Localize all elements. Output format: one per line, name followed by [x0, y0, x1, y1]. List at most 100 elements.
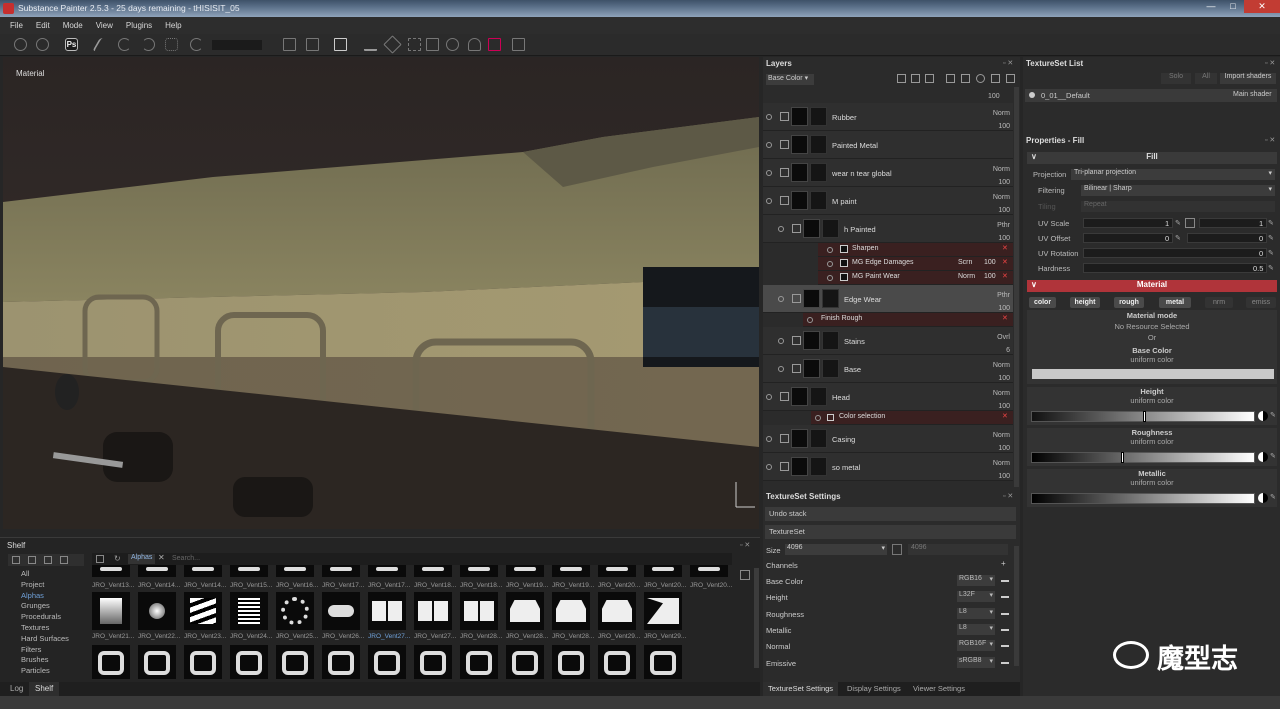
filter-tag-alphas[interactable]: Alphas	[128, 554, 156, 564]
filter-tag-close-icon[interactable]: ✕	[158, 553, 165, 562]
height-gradient-slider[interactable]	[1031, 411, 1255, 422]
layer-visibility-icon[interactable]	[766, 170, 772, 176]
add-fill-layer-icon[interactable]	[961, 74, 970, 83]
menu-plugins[interactable]: Plugins	[126, 21, 152, 30]
geometry-icon[interactable]	[165, 38, 178, 51]
finish-visibility-icon[interactable]	[807, 317, 813, 323]
uv-rotation-edit-icon[interactable]: ✎	[1268, 249, 1274, 257]
channel-chip-rough[interactable]: rough	[1114, 297, 1144, 308]
layer-mask-thumbnail[interactable]	[822, 289, 839, 308]
layer-visibility-icon[interactable]	[778, 366, 784, 372]
props-float-icon[interactable]: ▫ ✕	[1265, 136, 1275, 144]
shelf-thumbnail[interactable]	[322, 592, 360, 630]
uv-offset-slider[interactable]	[1083, 233, 1173, 243]
shelf-thumbnail[interactable]	[276, 645, 314, 679]
filter-icon[interactable]	[96, 555, 104, 563]
channel-chip-nrm[interactable]: nrm	[1205, 297, 1233, 308]
layer-mask-thumbnail[interactable]	[810, 163, 827, 182]
channel-format-select[interactable]: L32F ▾	[957, 591, 995, 603]
shelf-thumbnail[interactable]	[230, 645, 268, 679]
shelf-search-input[interactable]: Search...	[172, 555, 200, 562]
eraser-icon[interactable]	[118, 38, 131, 51]
layer-row[interactable]: so metal Norm 100	[763, 453, 1013, 481]
shelf-thumbnail[interactable]	[184, 565, 222, 577]
layer-row[interactable]: Head Norm 100	[763, 383, 1013, 411]
layer-mask-thumbnail[interactable]	[822, 219, 839, 238]
shelf-category-procedurals[interactable]: Procedurals	[21, 612, 61, 621]
close-button[interactable]: ✕	[1244, 0, 1280, 13]
shelf-thumbnail[interactable]	[644, 645, 682, 679]
hardness-slider[interactable]	[1083, 263, 1267, 273]
view-frame-icon[interactable]	[334, 38, 347, 51]
all-button[interactable]: All	[1195, 73, 1217, 84]
layer-mask-thumbnail[interactable]	[822, 331, 839, 350]
metallic-gradient-slider[interactable]	[1031, 493, 1255, 504]
channel-chip-color[interactable]: color	[1029, 297, 1056, 308]
shelf-thumbnail[interactable]	[414, 565, 452, 577]
filter-delete-icon[interactable]: ✕	[1002, 258, 1008, 266]
filter-delete-icon[interactable]: ✕	[1002, 244, 1008, 252]
layer-row[interactable]: Painted Metal	[763, 131, 1013, 159]
channel-select[interactable]: Base Color ▾	[766, 74, 814, 85]
uv-lock-icon[interactable]	[1185, 218, 1195, 228]
layer-folder-icon[interactable]	[780, 112, 789, 121]
layer-folder-icon[interactable]	[792, 294, 801, 303]
layer-mask-thumbnail[interactable]	[810, 387, 827, 406]
filter-row[interactable]: MG Edge Damages Scrn 100 ✕	[818, 257, 1013, 271]
tab-display-settings[interactable]: Display Settings	[847, 684, 901, 693]
shelf-thumbnail[interactable]	[276, 592, 314, 630]
layer-mask-thumbnail[interactable]	[810, 429, 827, 448]
roughness-edit-icon[interactable]: ✎	[1270, 452, 1276, 460]
minimize-button[interactable]: —	[1200, 0, 1222, 13]
height-edit-icon[interactable]: ✎	[1270, 411, 1276, 419]
shelf-thumbnail[interactable]	[230, 565, 268, 577]
import-icon[interactable]	[28, 556, 36, 564]
shelf-category-particles[interactable]: Particles	[21, 666, 50, 675]
shelf-category-textures[interactable]: Textures	[21, 623, 49, 632]
fill-collapse-icon[interactable]: ∨	[1031, 152, 1037, 161]
channel-chip-height[interactable]: height	[1070, 297, 1100, 308]
size-select[interactable]: 4096 ▾	[785, 544, 887, 555]
maximize-button[interactable]: □	[1222, 0, 1244, 13]
tab-viewer-settings[interactable]: Viewer Settings	[913, 684, 965, 693]
settings-icon[interactable]	[36, 38, 49, 51]
cube-icon[interactable]	[306, 38, 319, 51]
tslist-float-icon[interactable]: ▫ ✕	[1265, 59, 1275, 67]
filter-row[interactable]: Sharpen ✕	[818, 243, 1013, 257]
channel-chip-metal[interactable]: metal	[1159, 297, 1191, 308]
size-lock-icon[interactable]	[892, 544, 902, 555]
shelf-thumbnail[interactable]	[598, 565, 636, 577]
paint-icon[interactable]	[364, 38, 377, 51]
height-picker-icon[interactable]	[1258, 411, 1268, 421]
layer-visibility-icon[interactable]	[766, 142, 772, 148]
shelf-thumbnail[interactable]	[460, 592, 498, 630]
shelf-thumbnail[interactable]	[92, 565, 130, 577]
layer-row[interactable]: Base Norm 100	[763, 355, 1013, 383]
layer-row[interactable]: Stains Ovrl 6	[763, 327, 1013, 355]
layer-row[interactable]: Casing Norm 100	[763, 425, 1013, 453]
finish-rough-row[interactable]: Finish Rough ✕	[803, 313, 1013, 327]
channel-format-select[interactable]: sRGB8 ▾	[957, 656, 995, 668]
textureset-visible-icon[interactable]	[1029, 92, 1035, 98]
shelf-thumbnail[interactable]	[138, 565, 176, 577]
remove-icon[interactable]	[60, 556, 68, 564]
substance-logo-icon[interactable]	[14, 38, 27, 51]
remove-channel-icon[interactable]	[1001, 628, 1009, 637]
filter-visibility-icon[interactable]	[827, 247, 833, 253]
menu-edit[interactable]: Edit	[36, 21, 50, 30]
layer-mask-thumbnail[interactable]	[810, 457, 827, 476]
roughness-picker-icon[interactable]	[1258, 452, 1268, 462]
shelf-thumbnail[interactable]	[184, 645, 222, 679]
shelf-thumbnail[interactable]	[598, 592, 636, 630]
tiling-select[interactable]: Repeat	[1081, 201, 1275, 212]
uv-scale-edit-icon[interactable]: ✎	[1175, 219, 1181, 227]
remove-channel-icon[interactable]	[1001, 645, 1009, 653]
tab-log[interactable]: Log	[10, 684, 23, 693]
layer-visibility-icon[interactable]	[766, 464, 772, 470]
export-icon[interactable]	[44, 556, 52, 564]
textureset-item[interactable]: 0_01__Default Main shader	[1025, 89, 1277, 102]
no-resource-label[interactable]: No Resource Selected	[1027, 321, 1277, 332]
shelf-thumbnail[interactable]	[644, 592, 682, 630]
refresh-icon[interactable]: ↻	[114, 554, 121, 563]
shelf-scrollbar[interactable]	[754, 568, 759, 668]
